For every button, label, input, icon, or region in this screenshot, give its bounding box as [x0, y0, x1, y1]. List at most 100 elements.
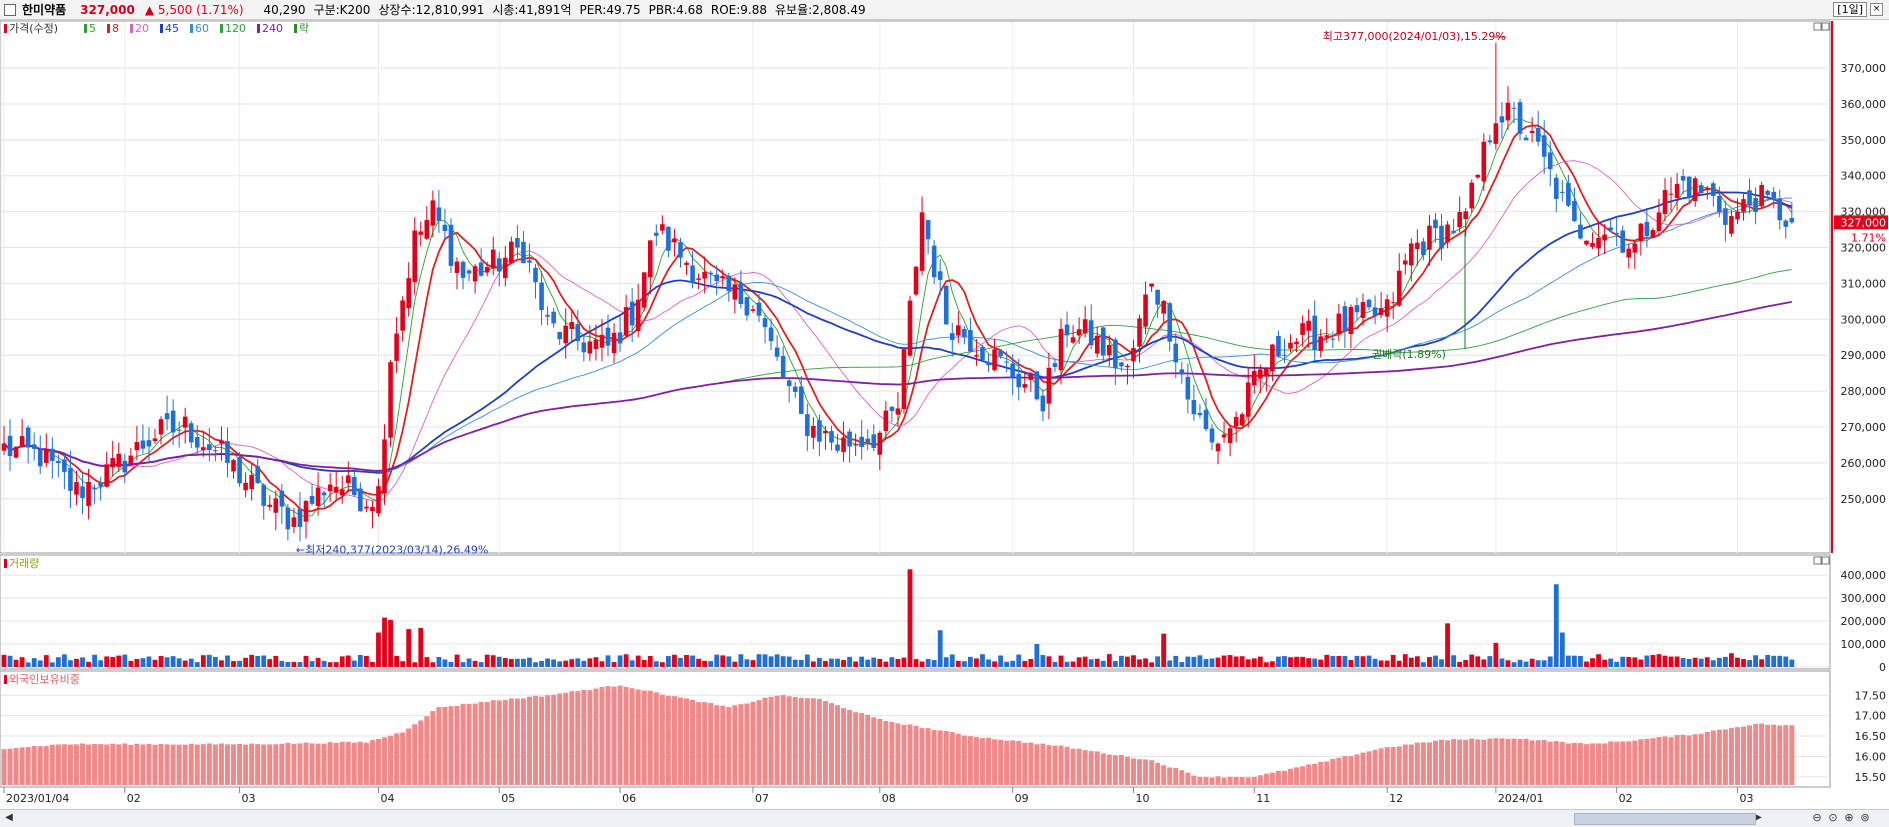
- foreign-bar: [617, 685, 623, 785]
- foreign-bar: [382, 737, 388, 785]
- volume-bar: [370, 662, 375, 667]
- foreign-bar: [653, 692, 659, 785]
- chart-scrollbar[interactable]: ◀ ▶ ⊖ ⊙ ⊕ ⊚: [0, 809, 1889, 827]
- volume-bar: [810, 661, 816, 667]
- x-tick-label: 12: [1389, 792, 1403, 805]
- foreign-bar: [798, 697, 804, 785]
- candle-body: [92, 487, 97, 490]
- candle-body: [201, 447, 206, 451]
- volume-bar: [1692, 657, 1698, 667]
- foreign-bar: [1505, 738, 1511, 785]
- foreign-bar: [1354, 754, 1360, 785]
- price-tick-label: 310,000: [1841, 277, 1887, 290]
- volume-bar: [792, 659, 798, 667]
- candle-body: [1541, 135, 1547, 157]
- pane-controls-price[interactable]: [1813, 22, 1830, 31]
- candle-body: [931, 245, 937, 278]
- foreign-bar: [1414, 742, 1420, 785]
- volume-bar: [31, 658, 37, 667]
- zoom-in-icon[interactable]: ⊕: [1842, 811, 1856, 825]
- volume-bar: [1421, 662, 1426, 667]
- x-tick-label: 03: [242, 792, 256, 805]
- foreign-tick-label: 17.00: [1855, 710, 1887, 723]
- volume-bar: [1783, 656, 1789, 667]
- category-value: 구분:K200: [313, 3, 371, 17]
- foreign-bar: [1294, 767, 1300, 785]
- candle-body: [1590, 242, 1595, 247]
- foreign-bar: [1034, 744, 1040, 785]
- pane-controls-volume[interactable]: [1813, 556, 1830, 565]
- period-selector[interactable]: [1일]: [1833, 2, 1867, 17]
- volume-bar: [1330, 655, 1336, 667]
- candle-body: [219, 440, 224, 444]
- volume-bar: [1046, 656, 1052, 667]
- candle-body: [1324, 335, 1330, 338]
- foreign-bar: [1173, 768, 1179, 785]
- volume-bar: [496, 656, 502, 667]
- candle-body: [503, 257, 508, 279]
- candle-body: [599, 334, 605, 348]
- close-icon[interactable]: ×: [1870, 3, 1883, 16]
- foreign-bar: [853, 712, 859, 785]
- foreign-bar: [43, 746, 49, 785]
- zoom-out-icon[interactable]: ⊖: [1810, 811, 1824, 825]
- foreign-bar: [194, 744, 200, 785]
- candle-body: [1149, 283, 1154, 287]
- candle-body: [623, 307, 629, 336]
- foreign-bar: [1100, 753, 1106, 785]
- foreign-bar: [1233, 777, 1239, 785]
- foreign-bar: [937, 730, 943, 785]
- candle-body: [484, 267, 490, 273]
- candle-body: [339, 489, 345, 496]
- foreign-bar: [1457, 739, 1463, 785]
- foreign-tick-label: 17.50: [1855, 689, 1887, 702]
- volume-bar: [1704, 657, 1710, 667]
- scroll-thumb[interactable]: [1574, 813, 1756, 825]
- candle-body: [13, 446, 19, 458]
- foreign-bar: [1402, 744, 1408, 785]
- volume-bar: [1632, 657, 1638, 667]
- foreign-bar: [1342, 756, 1348, 785]
- volume-bar: [1547, 656, 1553, 667]
- candle-body: [672, 238, 677, 243]
- foreign-bar: [992, 739, 998, 785]
- volume-bar: [672, 654, 677, 667]
- candle-body: [1439, 225, 1444, 249]
- volume-bar: [37, 660, 43, 667]
- volume-bar: [502, 658, 508, 667]
- volume-bar: [1759, 659, 1765, 667]
- foreign-bar: [1420, 742, 1426, 785]
- foreign-bar: [895, 723, 901, 785]
- candle-body: [188, 423, 194, 443]
- foreign-bar: [249, 743, 255, 785]
- foreign-bar: [55, 744, 61, 785]
- low-annotation: ←최저240,377(2023/03/14),26.49%: [296, 543, 488, 556]
- scroll-left-icon[interactable]: ◀: [3, 812, 15, 824]
- volume-tick-label: 400,000: [1841, 569, 1887, 582]
- candle-body: [660, 224, 665, 231]
- foreign-bar: [1094, 751, 1100, 785]
- candle-body: [690, 265, 695, 283]
- candle-body: [207, 444, 212, 451]
- foreign-bar: [502, 699, 508, 785]
- volume-bar: [726, 656, 732, 667]
- volume-bar: [279, 660, 285, 667]
- foreign-bar: [1596, 743, 1602, 785]
- volume-bar: [1445, 623, 1450, 667]
- foreign-bar: [1668, 737, 1674, 785]
- volume-bar: [1680, 657, 1686, 667]
- volume-bar: [80, 657, 85, 667]
- zoom-reset-icon[interactable]: ⊙: [1826, 811, 1840, 825]
- foreign-bar: [629, 688, 635, 785]
- select-checkbox[interactable]: [4, 3, 16, 16]
- foreign-bar: [943, 730, 949, 785]
- foreign-bar: [1662, 736, 1668, 785]
- candle-body: [1596, 237, 1601, 249]
- zoom-fit-icon[interactable]: ⊚: [1858, 811, 1872, 825]
- foreign-bar: [1016, 740, 1022, 785]
- foreign-bar: [883, 721, 889, 785]
- candle-body: [194, 437, 200, 448]
- candle-body: [1445, 224, 1450, 243]
- candle-body: [472, 266, 478, 282]
- volume-bar: [122, 654, 128, 667]
